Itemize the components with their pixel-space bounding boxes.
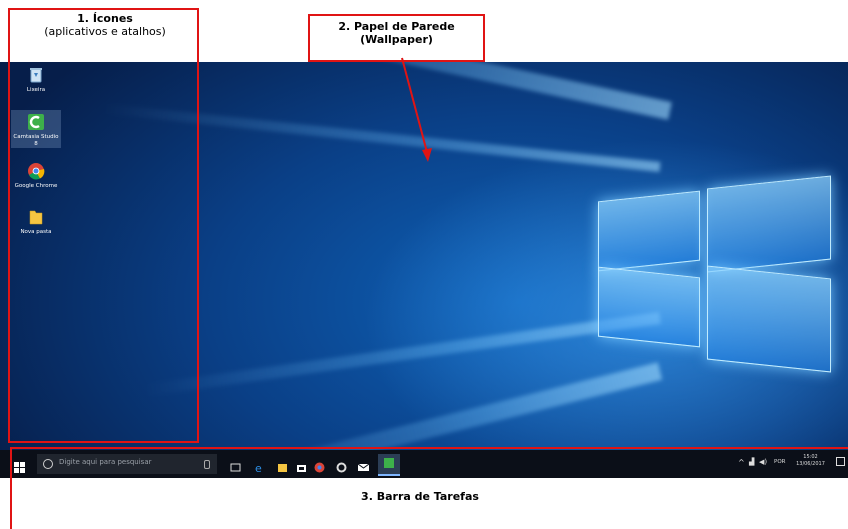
taskbar-annotation: 3. Barra de Tarefas <box>290 490 550 503</box>
annotation-arrow <box>401 57 432 162</box>
taskbar-annotation-title: 3. Barra de Tarefas <box>361 490 479 503</box>
